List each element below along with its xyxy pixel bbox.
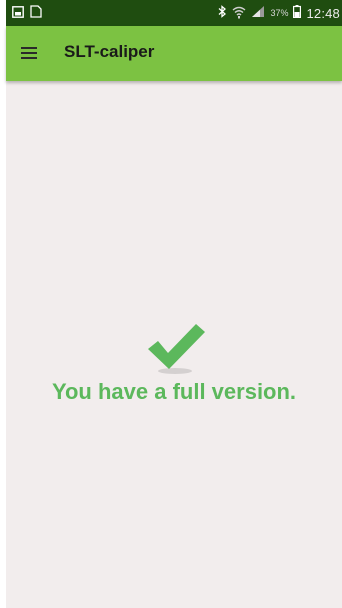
wifi-icon: [232, 5, 246, 22]
screenshot-notification-icon: [30, 5, 42, 23]
main-content: You have a full version.: [6, 81, 342, 608]
checkmark-icon: [145, 321, 207, 373]
full-version-message: You have a full version.: [51, 379, 297, 404]
app-bar: SLT-caliper: [6, 26, 342, 81]
system-status: 37% 12:48: [218, 0, 340, 26]
status-bar: 37% 12:48: [6, 0, 342, 26]
hamburger-menu-icon[interactable]: [20, 44, 38, 62]
status-time: 12:48: [306, 5, 340, 21]
image-notification-icon: [12, 5, 24, 23]
notification-icons: [12, 5, 42, 23]
bluetooth-icon: [218, 5, 227, 21]
battery-percent: 37%: [270, 8, 289, 18]
app-title: SLT-caliper: [64, 42, 155, 61]
battery-icon: [293, 5, 302, 21]
signal-icon: [251, 5, 265, 21]
